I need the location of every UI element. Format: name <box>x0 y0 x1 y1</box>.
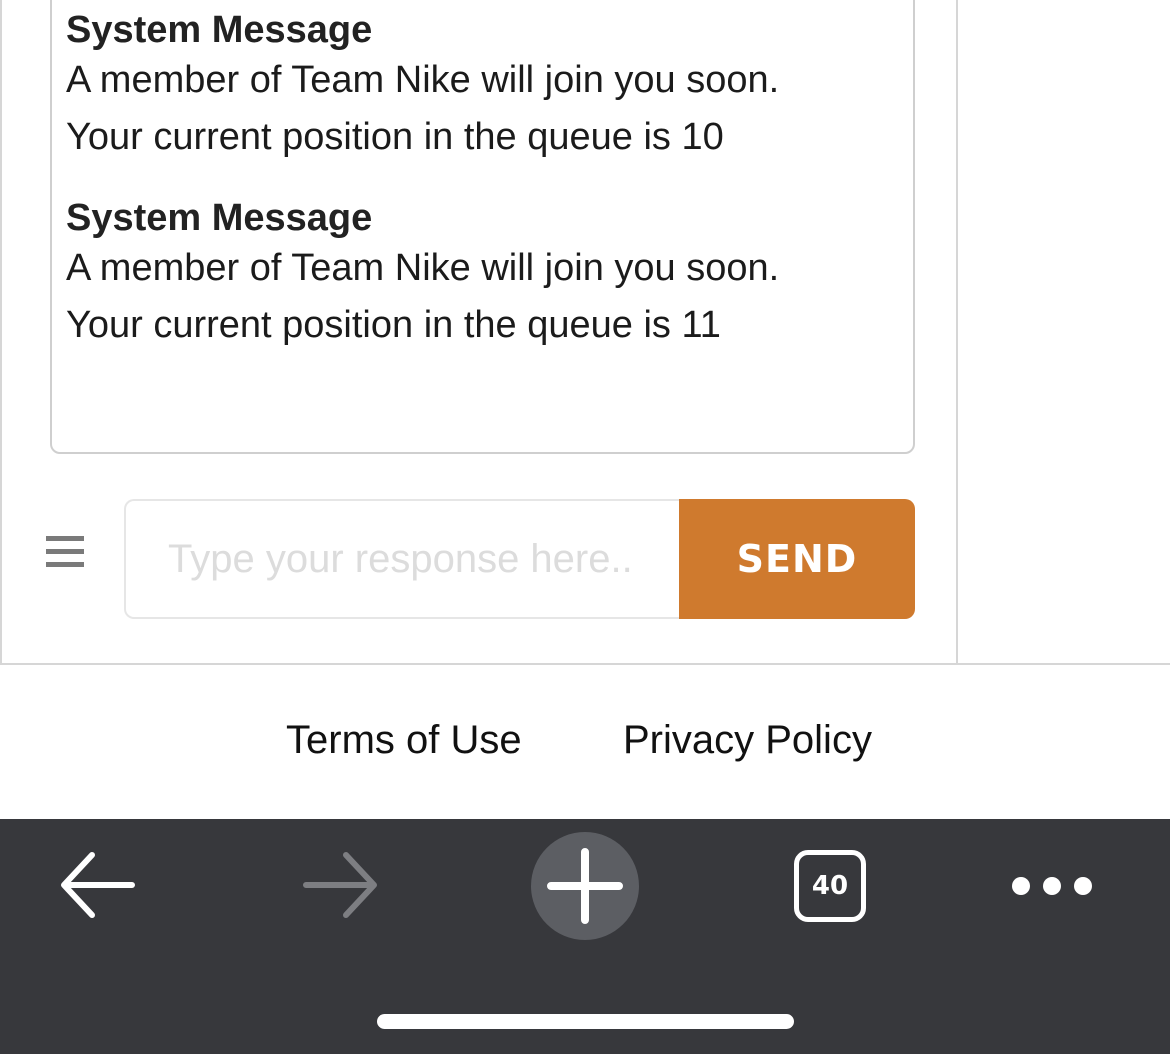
terms-of-use-link[interactable]: Terms of Use <box>286 712 522 768</box>
message-text-line: A member of Team Nike will join you soon… <box>66 247 780 289</box>
tab-switcher-button[interactable]: 40 <box>794 850 866 922</box>
tab-count: 40 <box>811 871 849 901</box>
forward-button[interactable] <box>300 849 380 921</box>
home-indicator <box>377 1014 794 1029</box>
chat-message: System Message A member of Team Nike wil… <box>66 8 896 166</box>
footer-links: Terms of Use Privacy Policy <box>0 712 1170 772</box>
plus-icon <box>547 848 623 924</box>
chat-message: System Message A member of Team Nike wil… <box>66 196 896 354</box>
more-button[interactable] <box>1008 871 1098 901</box>
divider <box>0 663 1170 665</box>
message-sender: System Message <box>66 9 373 51</box>
message-text-line: Your current position in the queue is 10 <box>66 116 724 158</box>
arrow-left-icon <box>61 852 135 918</box>
ellipsis-icon <box>1012 877 1092 895</box>
message-text-line: A member of Team Nike will join you soon… <box>66 59 780 101</box>
menu-icon[interactable] <box>46 536 84 570</box>
new-tab-button[interactable] <box>531 832 639 940</box>
privacy-policy-link[interactable]: Privacy Policy <box>623 712 872 768</box>
back-button[interactable] <box>58 849 138 921</box>
browser-toolbar: 40 <box>0 819 1170 1054</box>
response-input[interactable] <box>124 499 694 619</box>
arrow-right-icon <box>303 852 377 918</box>
chat-transcript[interactable]: System Message A member of Team Nike wil… <box>50 0 915 454</box>
chat-panel: System Message A member of Team Nike wil… <box>0 0 958 664</box>
message-text-line: Your current position in the queue is 11 <box>66 304 721 346</box>
page: System Message A member of Team Nike wil… <box>0 0 1170 1054</box>
message-sender: System Message <box>66 197 373 239</box>
send-button[interactable]: SEND <box>679 499 915 619</box>
